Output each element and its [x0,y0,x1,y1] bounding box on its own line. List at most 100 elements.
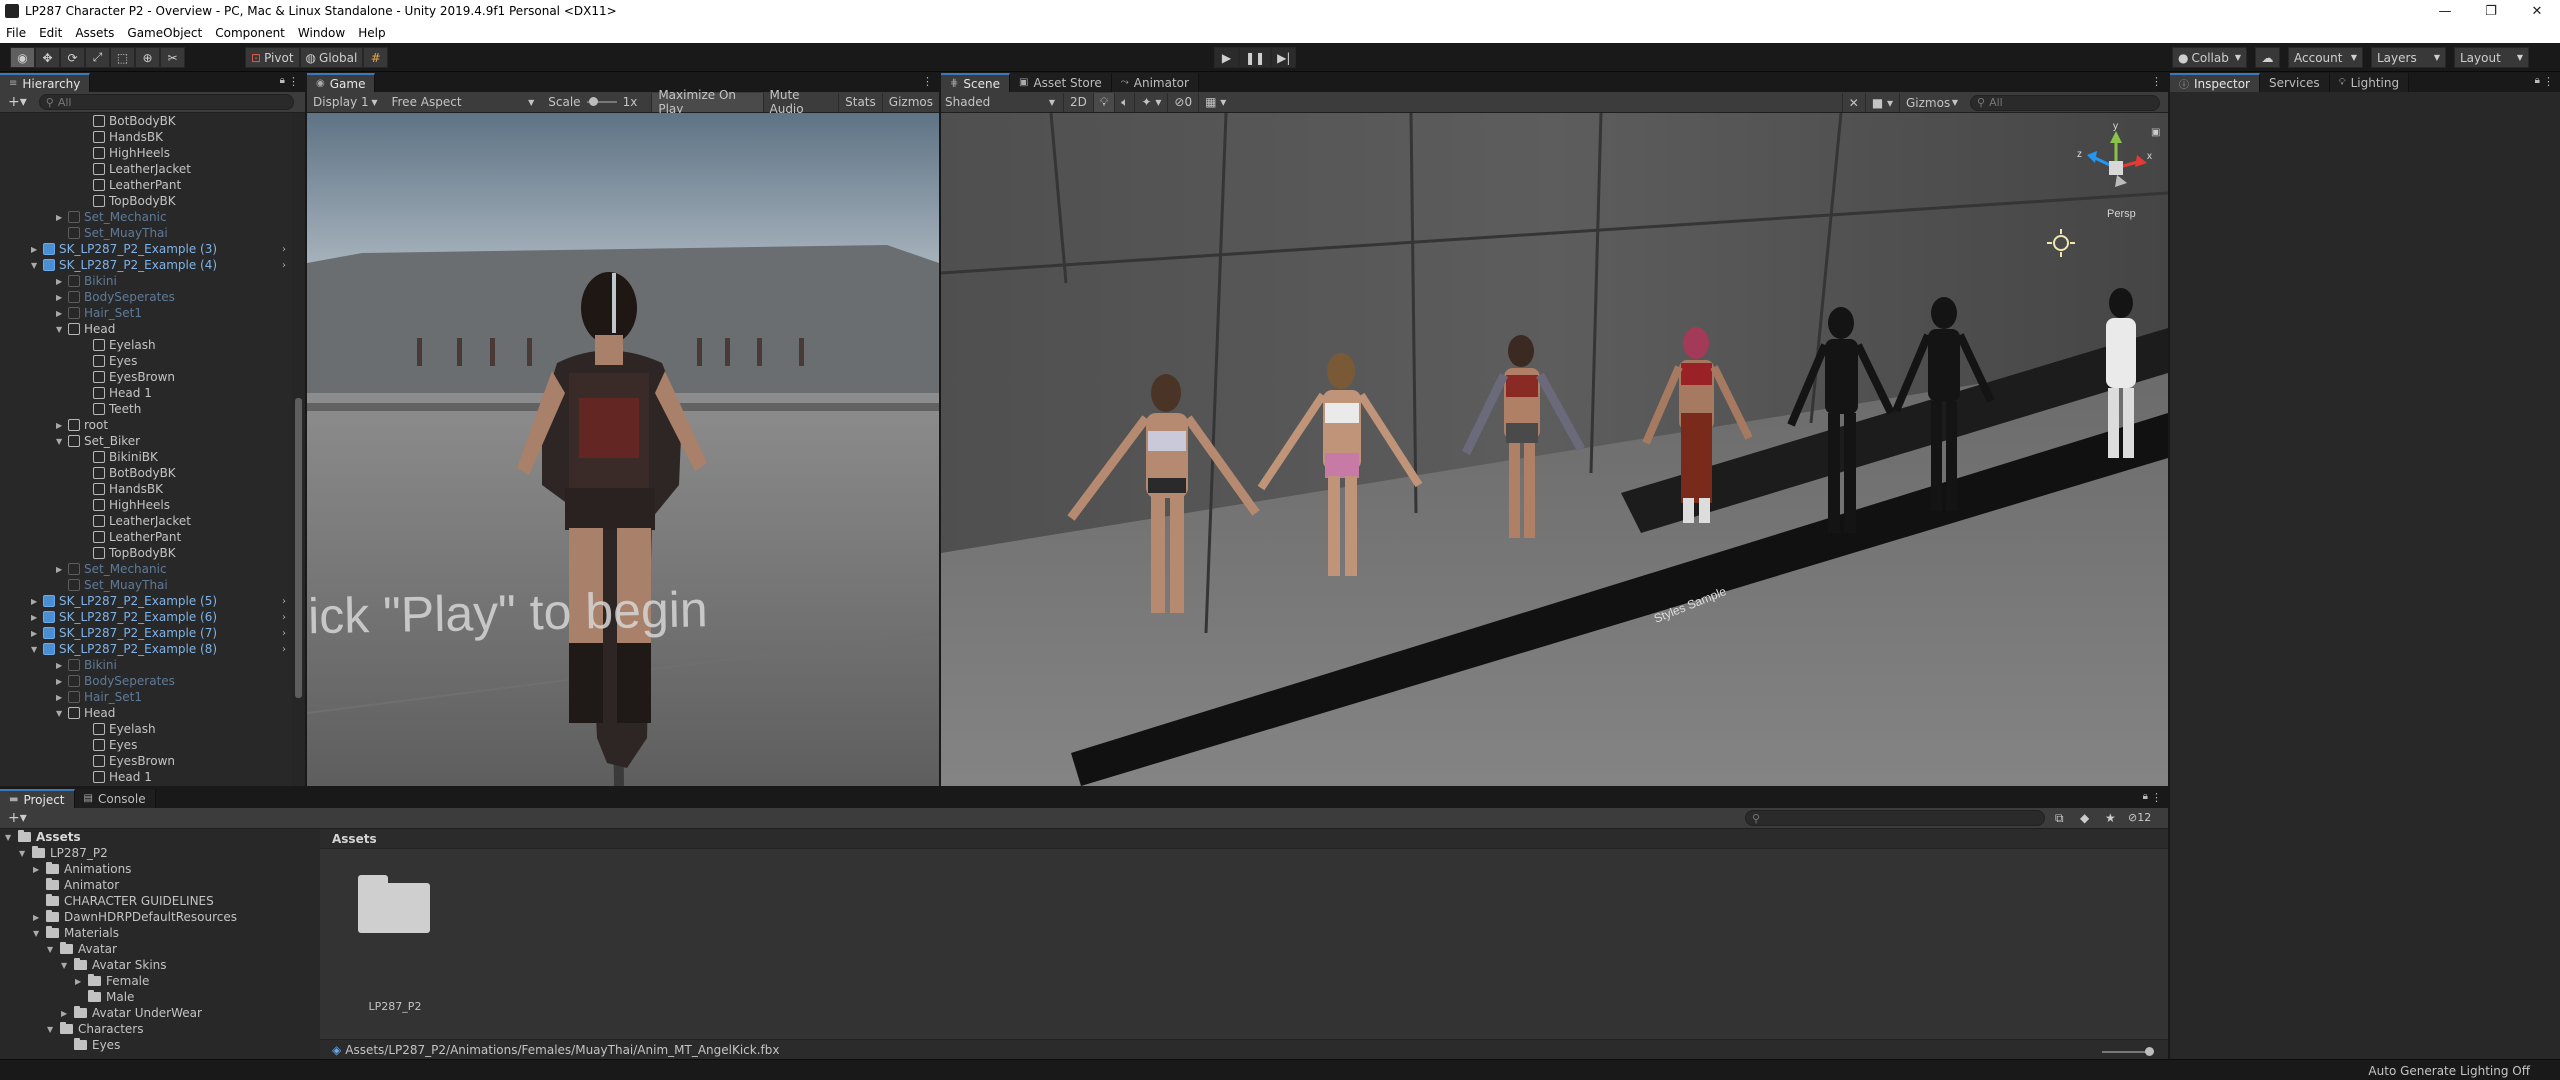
tab-hierarchy[interactable]: ≡ Hierarchy [0,73,91,92]
step-button[interactable]: ▶| [1271,47,1297,68]
collapsed-arrow-icon[interactable]: ▶ [75,977,81,986]
projection-label[interactable]: Persp [2107,208,2136,220]
cloud-button[interactable]: ☁ [2255,47,2280,68]
hierarchy-item[interactable]: ▼ Head [0,705,292,721]
grid-snap-button[interactable]: # [363,47,389,68]
folder-lp287-p2[interactable] [358,875,430,933]
create-button[interactable]: +▾ [8,94,27,110]
collab-dropdown[interactable]: ● Collab ▼ [2172,47,2247,68]
collapsed-arrow-icon[interactable]: ▶ [33,865,39,874]
hierarchy-item[interactable]: ▶ Hair_Set1 [0,689,292,705]
hierarchy-item[interactable]: Eyelash [0,721,292,737]
maximize-on-play-toggle[interactable]: Maximize On Play [651,88,763,116]
hierarchy-item[interactable]: LeatherJacket [0,161,292,177]
tab-game[interactable]: ◉ Game [307,73,376,92]
rotate-tool-button[interactable]: ⟳ [60,47,85,68]
project-folder-item[interactable]: Eyes [0,1037,318,1053]
expanded-arrow-icon[interactable]: ▼ [61,961,67,970]
hierarchy-item[interactable]: ▶ Bikini [0,273,292,289]
hierarchy-item[interactable]: ▼ Set_Biker [0,433,292,449]
collapsed-arrow-icon[interactable]: ▶ [61,1009,67,1018]
menu-edit[interactable]: Edit [39,26,62,40]
filter-by-type-icon[interactable]: ⧉ [2055,811,2064,826]
mode-2d-toggle[interactable]: 2D [1063,92,1093,112]
hierarchy-item[interactable]: ▶ Set_Mechanic [0,209,292,225]
stats-toggle[interactable]: Stats [838,92,882,112]
audio-toggle[interactable]: 🔈︎ [1114,92,1134,112]
hierarchy-item[interactable]: Head 1 [0,769,292,785]
hierarchy-item[interactable]: ▶ SK_LP287_P2_Example (5) › [0,593,292,609]
project-folder-item[interactable]: ▼ Assets [0,829,318,845]
project-folder-item[interactable]: CHARACTER GUIDELINES [0,893,318,909]
project-folder-item[interactable]: ▶ Avatar UnderWear [0,1005,318,1021]
expanded-arrow-icon[interactable]: ▼ [19,849,25,858]
expanded-arrow-icon[interactable]: ▼ [56,325,62,334]
collapsed-arrow-icon[interactable]: ▶ [56,277,62,286]
camera-dropdown[interactable]: ■ ▾ [1864,93,1899,112]
transform-tool-button[interactable]: ⊕ [135,47,160,68]
lock-icon[interactable]: 🔒︎ [2143,791,2148,802]
lock-icon[interactable]: 🔒︎ [280,75,285,86]
tab-console[interactable]: ▤ Console [74,789,156,808]
lock-icon[interactable]: 🔒︎ [2535,75,2540,86]
hierarchy-item[interactable]: Eyes [0,353,292,369]
tools-button[interactable]: ✕ [1841,93,1865,112]
tab-services[interactable]: Services [2259,73,2330,92]
menu-component[interactable]: Component [215,26,285,40]
hierarchy-item[interactable]: ▶ SK_LP287_P2_Example (3) › [0,241,292,257]
project-folder-item[interactable]: ▼ Avatar [0,941,318,957]
hierarchy-item[interactable]: ▶ SK_LP287_P2_Example (7) › [0,625,292,641]
hierarchy-search-input[interactable]: ⚲ All [38,94,294,110]
prefab-open-icon[interactable]: › [282,612,286,623]
breadcrumb-assets[interactable]: Assets [332,832,377,846]
hierarchy-item[interactable]: EyesBrown [0,369,292,385]
close-button[interactable]: ✕ [2514,0,2560,22]
project-folder-item[interactable]: ▶ Animations [0,861,318,877]
project-folder-item[interactable]: Male [0,989,318,1005]
project-folder-item[interactable]: ▶ Female [0,973,318,989]
effects-dropdown[interactable]: ✦ ▾ [1134,92,1167,112]
hierarchy-item[interactable]: EyesBrown [0,753,292,769]
collapsed-arrow-icon[interactable]: ▶ [31,597,37,606]
hidden-packages-toggle[interactable]: ⊘12 [2128,811,2151,824]
scrollbar-thumb[interactable] [295,398,302,698]
hierarchy-item[interactable]: TopBodyBK [0,545,292,561]
tab-animator[interactable]: ⤳ Animator [1111,73,1199,92]
prefab-open-icon[interactable]: › [282,260,286,271]
tab-inspector[interactable]: ⓘ Inspector [2170,73,2260,92]
account-dropdown[interactable]: Account ▼ [2288,47,2363,68]
game-viewport[interactable]: lick "Play" to begin [307,113,939,786]
menu-help[interactable]: Help [358,26,385,40]
collapsed-arrow-icon[interactable]: ▶ [56,421,62,430]
hierarchy-item[interactable]: BotBodyBK [0,465,292,481]
aspect-dropdown[interactable]: Free Aspect ▼ [391,95,534,109]
collapsed-arrow-icon[interactable]: ▶ [56,693,62,702]
display-dropdown[interactable]: Display 1 ▼ [313,95,377,109]
filter-by-label-icon[interactable]: ◆ [2080,811,2089,825]
hierarchy-item[interactable]: HandsBK [0,129,292,145]
hierarchy-item[interactable]: ▶ Set_Mechanic [0,561,292,577]
kebab-menu-icon[interactable]: ⋮ [288,75,299,88]
layers-dropdown[interactable]: Layers ▼ [2371,47,2446,68]
pause-button[interactable]: ❚❚ [1239,47,1272,68]
tab-asset-store[interactable]: ▣ Asset Store [1009,73,1112,92]
collapsed-arrow-icon[interactable]: ▶ [31,245,37,254]
hierarchy-scrollbar[interactable] [292,113,305,786]
menu-window[interactable]: Window [298,26,345,40]
collapsed-arrow-icon[interactable]: ▶ [56,661,62,670]
kebab-menu-icon[interactable]: ⋮ [2151,791,2162,804]
menu-gameobject[interactable]: GameObject [127,26,202,40]
prefab-open-icon[interactable]: › [282,244,286,255]
hierarchy-item[interactable]: HandsBK [0,481,292,497]
project-folder-item[interactable]: Animator [0,877,318,893]
hierarchy-item[interactable]: ▶ Bikini [0,657,292,673]
expanded-arrow-icon[interactable]: ▼ [56,437,62,446]
hierarchy-item[interactable]: LeatherPant [0,529,292,545]
scale-slider-knob[interactable] [588,97,598,106]
expanded-arrow-icon[interactable]: ▼ [31,261,37,270]
kebab-menu-icon[interactable]: ⋮ [2543,75,2554,88]
scene-search-input[interactable]: ⚲ All [1970,94,2160,111]
hierarchy-item[interactable]: Head 1 [0,385,292,401]
hierarchy-item[interactable]: Set_MuayThai [0,225,292,241]
menu-file[interactable]: File [6,26,26,40]
